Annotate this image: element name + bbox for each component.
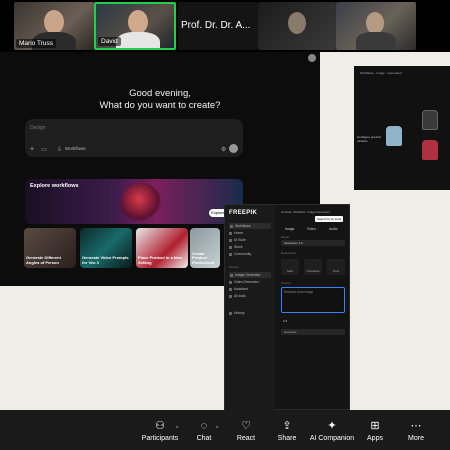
tab-audio[interactable]: Audio <box>329 227 338 231</box>
image-count[interactable]: 1/4 <box>283 319 287 323</box>
reference-character[interactable]: Character <box>304 259 322 275</box>
participant-name: Prof. Dr. Dr. A... <box>181 20 251 31</box>
hoodie-image[interactable] <box>422 140 438 160</box>
generate-button[interactable]: Generate <box>281 329 345 335</box>
participant-name: Mario Truss <box>16 39 56 48</box>
sidebar-item-history[interactable]: History <box>229 311 245 315</box>
hoodie-image[interactable] <box>422 110 438 130</box>
more-icon: ⋯ <box>410 420 422 432</box>
chat-icon: ◌ <box>200 420 208 432</box>
freepik-sidebar: FREEPIK Workflows Home AI Suite Stock Co… <box>225 205 275 411</box>
prompt-box[interactable]: Design + ▭ ⇩ Workflows ⚙ <box>25 119 243 157</box>
workflow-card-label: Create Product Photoshoot <box>192 250 215 266</box>
workflows-label: Workflows <box>65 146 86 151</box>
participant-body <box>356 32 396 50</box>
hoodie-image[interactable] <box>386 126 402 146</box>
participants-icon: ⚇ <box>155 420 165 432</box>
participant-head <box>44 10 64 34</box>
workflow-card[interactable]: Place Product in a New Setting <box>136 228 188 268</box>
participant-tile[interactable] <box>258 2 336 50</box>
more-button[interactable]: ⋯ More <box>390 420 442 442</box>
tab-image-generator[interactable]: Image Generator <box>307 210 330 214</box>
sidebar-item-ai-suite[interactable]: AI Suite <box>229 238 246 242</box>
sidebar-item-all-tools[interactable]: All tools <box>229 294 246 298</box>
ai-companion-icon: ✦ <box>327 420 337 432</box>
explore-title: Explore workflows <box>30 183 79 189</box>
greeting-heading: Good evening, What do you want to create… <box>99 88 221 111</box>
react-icon: ♡ <box>241 420 251 432</box>
sidebar-item-assistant[interactable]: Assistant <box>229 287 248 291</box>
workflow-card[interactable]: Generate Video Prompts for Veo 3 <box>80 228 132 268</box>
tab-ai-suite[interactable]: AI Suite <box>281 210 292 214</box>
model-select[interactable]: Seedream 4.0 <box>281 240 345 246</box>
meeting-window: Mario Truss David Prof. Dr. Dr. A... Goo… <box>0 0 450 450</box>
sidebar-item-video-generator[interactable]: Video Generator <box>229 280 259 284</box>
freepik-logo: FREEPIK <box>229 210 258 216</box>
tab-workflow[interactable]: Workflow <box>293 210 305 214</box>
banner-image <box>121 183 161 223</box>
sidebar-item-workflows[interactable]: Workflows <box>229 223 271 229</box>
participant-tile-active-speaker[interactable]: David <box>94 2 176 50</box>
prompt-textarea[interactable]: Describe your image <box>281 287 345 313</box>
shared-screen: Good evening, What do you want to create… <box>0 52 450 411</box>
share-icon: ⇪ <box>282 420 292 432</box>
tab-image[interactable]: Image <box>285 227 294 231</box>
reference-style[interactable]: Style <box>327 259 345 275</box>
reference-start[interactable]: Start <box>281 259 299 275</box>
top-tabs: AI Suite Workflow Image Generator <box>281 210 330 214</box>
tab-video[interactable]: Video <box>307 227 316 231</box>
model-label: Model <box>281 235 290 239</box>
workflow-card-label: Generate Different Angles of Person <box>26 255 61 266</box>
sidebar-item-home[interactable]: Home <box>229 231 243 235</box>
participant-tile[interactable]: Mario Truss <box>14 2 94 50</box>
participant-tile[interactable]: Prof. Dr. Dr. A... <box>178 2 258 50</box>
search-tools-tab[interactable]: Search by AI tools <box>315 216 344 222</box>
participant-head <box>128 10 148 34</box>
add-icon[interactable]: + <box>30 146 34 153</box>
workflow-card[interactable]: Generate Different Angles of Person <box>24 228 76 268</box>
prompt-label: Prompt <box>281 281 291 285</box>
preview-toolbar: Workflows · Image · Generated <box>360 71 402 75</box>
sidebar-item-stock[interactable]: Stock <box>229 245 242 249</box>
workflow-card[interactable]: Create Product Photoshoot <box>190 228 220 268</box>
desktop-background <box>0 286 224 410</box>
workflow-card-label: Place Product in a New Setting <box>138 255 183 266</box>
product-preview-window[interactable]: Workflows · Image · Generated Configure … <box>354 66 450 190</box>
workflow-card-label: Generate Video Prompts for Veo 3 <box>82 255 129 266</box>
participant-head <box>288 12 306 34</box>
send-button[interactable] <box>229 144 238 153</box>
sidebar-item-community[interactable]: Community <box>229 252 251 256</box>
settings-icon[interactable]: ⚙ <box>221 146 226 153</box>
explore-workflows-banner[interactable]: Explore workflows Explore <box>25 179 243 224</box>
prompt-placeholder: Design <box>30 125 46 131</box>
meeting-toolbar: ⚇ Participants ^ ◌ Chat ^ ♡ React ⇪ Shar… <box>0 410 450 450</box>
participant-body <box>116 32 160 48</box>
avatar[interactable] <box>308 54 316 62</box>
attach-icon[interactable]: ▭ <box>41 146 47 153</box>
workflow-icon[interactable]: ⇩ <box>57 146 62 153</box>
references-label: References <box>281 251 297 255</box>
sidebar-item-image-generator[interactable]: Image Generator <box>229 272 271 278</box>
freepik-window: FREEPIK Workflows Home AI Suite Stock Co… <box>224 204 350 411</box>
preview-description: Configure product variants <box>357 135 381 143</box>
participant-name: David <box>98 37 121 46</box>
participant-head <box>366 12 384 34</box>
participant-tile[interactable] <box>336 2 416 50</box>
pinned-section-label: Pinned <box>229 265 239 269</box>
apps-icon: ⊞ <box>370 420 380 432</box>
chat-chevron-icon[interactable]: ^ <box>216 426 218 432</box>
